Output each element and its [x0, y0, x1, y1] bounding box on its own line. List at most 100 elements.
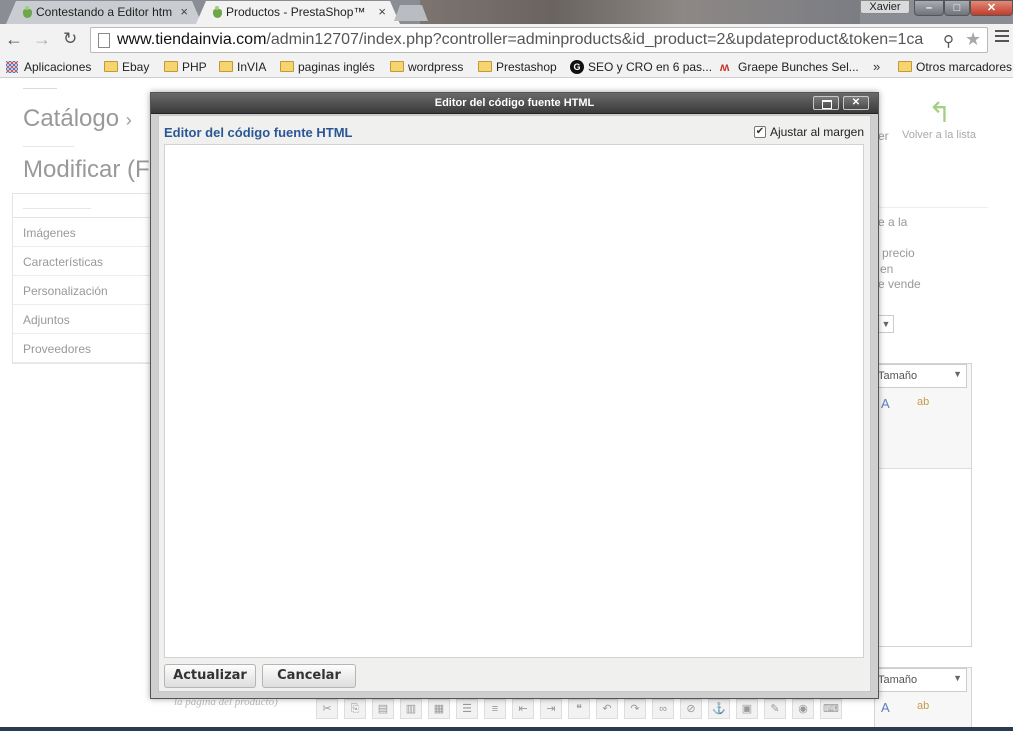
- dialog-close-button[interactable]: ✕: [843, 96, 869, 110]
- zoom-icon[interactable]: ⚲: [943, 32, 954, 50]
- anchor-icon[interactable]: ⚓: [708, 699, 730, 719]
- globe-icon[interactable]: ◉: [792, 699, 814, 719]
- forward-arrow-icon[interactable]: →: [33, 30, 51, 48]
- back-to-list-link[interactable]: Volver a la lista: [902, 129, 976, 141]
- window-maximize-button[interactable]: □: [944, 0, 970, 16]
- page-title: Catálogo ›: [23, 105, 132, 132]
- cut-icon[interactable]: ✂: [316, 699, 338, 719]
- page-subtitle: Modificar (F: [23, 156, 150, 183]
- font-color-icon[interactable]: A: [881, 396, 890, 411]
- paste-word-icon[interactable]: ▦: [428, 699, 450, 719]
- bookmark-prestashop[interactable]: Prestashop: [478, 60, 557, 74]
- toolbar-ghost-text: er: [878, 129, 889, 143]
- side-menu-item-imagenes[interactable]: Imágenes: [13, 218, 151, 247]
- prestashop-favicon-icon: [212, 6, 222, 19]
- side-menu-item-proveedores[interactable]: Proveedores: [13, 334, 151, 363]
- ghost-text: en: [880, 262, 894, 276]
- url-text[interactable]: www.tiendainvia.com/admin12707/index.php…: [117, 31, 949, 49]
- bookmark-aplicaciones[interactable]: Aplicaciones: [6, 60, 91, 74]
- update-button[interactable]: Actualizar: [164, 664, 256, 688]
- folder-icon: [280, 61, 294, 72]
- ghost-text: e vende: [878, 277, 921, 291]
- bulleted-list-icon[interactable]: ☰: [456, 699, 478, 719]
- font-color-icon[interactable]: A: [881, 700, 890, 715]
- select-dropdown-icon[interactable]: ▼: [878, 315, 894, 333]
- dialog-title: Editor del código fuente HTML: [434, 97, 595, 109]
- folder-icon: [898, 61, 912, 72]
- highlight-icon[interactable]: ab: [917, 700, 929, 712]
- bookmark-seo-cro[interactable]: G SEO y CRO en 6 pas...: [570, 60, 712, 74]
- divider: [878, 207, 988, 208]
- profile-button[interactable]: Xavier: [860, 0, 910, 14]
- word-wrap-checkbox[interactable]: ✔ Ajustar al margen: [753, 125, 864, 139]
- browser-tab-bar: Contestando a Editor htm × Productos - P…: [0, 0, 1013, 24]
- apps-icon: [6, 61, 18, 73]
- side-menu-item-adjuntos[interactable]: Adjuntos: [13, 305, 151, 334]
- cancel-button[interactable]: Cancelar: [262, 664, 356, 688]
- tab-title: Contestando a Editor htm: [36, 5, 173, 19]
- tab-close-icon[interactable]: ×: [180, 4, 188, 19]
- link-icon[interactable]: ∞: [652, 699, 674, 719]
- folder-icon: [478, 61, 492, 72]
- brush-icon[interactable]: ✎: [764, 699, 786, 719]
- prestashop-favicon-icon: [22, 6, 32, 19]
- bookmark-star-icon[interactable]: ★: [965, 29, 981, 50]
- numbered-list-icon[interactable]: ≡: [484, 699, 506, 719]
- editor-content[interactable]: [875, 468, 971, 646]
- bookmark-otros[interactable]: Otros marcadores: [898, 60, 1012, 74]
- quote-icon[interactable]: ❝: [568, 699, 590, 719]
- outdent-icon[interactable]: ⇤: [512, 699, 534, 719]
- chevron-down-icon: ▼: [953, 673, 962, 683]
- side-menu-item-personalizacion[interactable]: Personalización: [13, 276, 151, 305]
- browser-menu-icon[interactable]: [995, 30, 1009, 44]
- font-size-select[interactable]: Tamaño ▼: [875, 668, 967, 692]
- bookmark-graepe[interactable]: ʍ Graepe Bunches Sel...: [720, 60, 859, 74]
- back-arrow-icon[interactable]: ←: [5, 30, 23, 48]
- bookmark-wordpress[interactable]: wordpress: [390, 60, 463, 74]
- breadcrumb-ghost: ────: [23, 81, 58, 95]
- description-editor: Tamaño ▼ A ab: [874, 363, 972, 647]
- redo-icon[interactable]: ↷: [624, 699, 646, 719]
- tab-productos[interactable]: Productos - PrestaShop™ ×: [196, 1, 400, 24]
- tab-title: Productos - PrestaShop™: [226, 5, 366, 19]
- copy-icon[interactable]: ⎘: [344, 699, 366, 719]
- tab-close-icon[interactable]: ×: [378, 4, 386, 19]
- paste-icon[interactable]: ▤: [372, 699, 394, 719]
- product-side-menu: ──────── Imágenes Características Person…: [12, 193, 152, 364]
- image-icon[interactable]: ▣: [736, 699, 758, 719]
- new-tab-button[interactable]: [394, 5, 428, 21]
- bookmarks-bar: Aplicaciones Ebay PHP InVIA paginas ingl…: [0, 56, 1013, 78]
- bookmark-php[interactable]: PHP: [164, 60, 207, 74]
- ghost-text: e a la: [878, 215, 908, 229]
- folder-icon: [104, 61, 118, 72]
- more-bookmarks-icon[interactable]: »: [873, 59, 880, 74]
- keyboard-icon[interactable]: ⌨: [820, 699, 842, 719]
- dialog-heading: Editor del código fuente HTML: [164, 125, 353, 140]
- chevron-down-icon: ▼: [953, 369, 962, 379]
- unlink-icon[interactable]: ⊘: [680, 699, 702, 719]
- html-source-textarea[interactable]: [164, 144, 864, 658]
- window-minimize-button[interactable]: –: [914, 0, 944, 16]
- g-icon: G: [570, 60, 584, 74]
- back-to-list-icon[interactable]: ↰: [928, 96, 951, 129]
- address-bar[interactable]: www.tiendainvia.com/admin12707/index.php…: [90, 27, 988, 53]
- folder-icon: [390, 61, 404, 72]
- font-size-select[interactable]: Tamaño ▼: [875, 364, 967, 388]
- window-close-button[interactable]: ✕: [970, 0, 1013, 16]
- dialog-titlebar[interactable]: Editor del código fuente HTML ✕: [151, 93, 878, 114]
- bookmark-paginas-ingles[interactable]: paginas inglés: [280, 60, 375, 74]
- highlight-icon[interactable]: ab: [917, 396, 929, 408]
- checkbox-checked-icon[interactable]: ✔: [753, 126, 766, 138]
- reload-icon[interactable]: ↻: [63, 30, 77, 48]
- side-menu-item-caracteristicas[interactable]: Características: [13, 247, 151, 276]
- tab-contestando[interactable]: Contestando a Editor htm ×: [6, 1, 202, 24]
- os-taskbar: [0, 727, 1013, 731]
- tab-bar-background: [420, 0, 860, 24]
- indent-icon[interactable]: ⇥: [540, 699, 562, 719]
- dialog-maximize-button[interactable]: [813, 96, 839, 110]
- bookmark-invia[interactable]: InVIA: [219, 60, 266, 74]
- bookmark-ebay[interactable]: Ebay: [104, 60, 149, 74]
- undo-icon[interactable]: ↶: [596, 699, 618, 719]
- breadcrumb-ghost: ──────: [23, 139, 75, 153]
- paste-text-icon[interactable]: ▥: [400, 699, 422, 719]
